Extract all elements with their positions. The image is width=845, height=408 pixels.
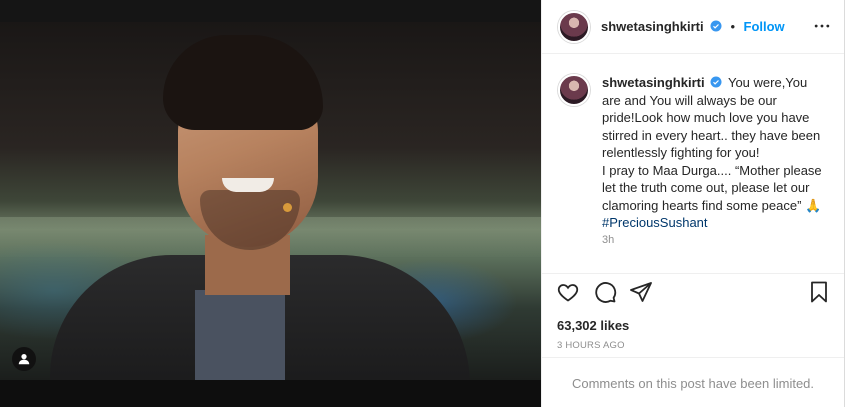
post-date[interactable]: 3 HOURS AGO	[557, 340, 625, 351]
caption-username[interactable]: shwetasinghkirti	[602, 75, 705, 90]
comments-limited-notice: Comments on this post have been limited.	[542, 357, 844, 408]
bookmark-icon[interactable]	[807, 280, 831, 304]
heart-icon[interactable]	[556, 280, 580, 304]
post-caption: shwetasinghkirti You were,You are and Yo…	[602, 74, 822, 232]
more-options-icon[interactable]	[812, 16, 832, 36]
caption-avatar[interactable]	[558, 74, 590, 106]
post-header: shwetasinghkirti • Follow	[542, 0, 844, 54]
headset-mic	[283, 203, 292, 212]
follow-button[interactable]: Follow	[744, 19, 785, 34]
caption-timestamp: 3h	[602, 234, 615, 246]
post-side-panel: shwetasinghkirti • Follow shwetasinghkir…	[541, 0, 845, 407]
folded-hands-emoji: 🙏	[805, 197, 822, 213]
caption-section: shwetasinghkirti You were,You are and Yo…	[542, 54, 844, 274]
media-letterbox-top	[0, 0, 541, 22]
verified-badge-icon	[710, 76, 722, 88]
post-media[interactable]	[0, 0, 541, 407]
comments-limited-text: Comments on this post have been limited.	[571, 375, 815, 391]
paper-plane-icon[interactable]	[629, 280, 653, 304]
verified-badge-icon	[710, 20, 722, 32]
comment-icon[interactable]	[593, 280, 617, 304]
avatar[interactable]	[558, 11, 590, 43]
media-letterbox-bottom	[0, 380, 541, 407]
hashtag-link[interactable]: #PreciousSushant	[602, 215, 708, 230]
like-count[interactable]: 63,302 likes	[557, 318, 629, 333]
header-username[interactable]: shwetasinghkirti	[601, 19, 704, 34]
separator-dot: •	[730, 19, 736, 34]
user-tag-icon[interactable]	[12, 347, 36, 371]
caption-text-2: I pray to Maa Durga.... “Mother please l…	[602, 162, 822, 213]
action-bar	[542, 276, 844, 310]
